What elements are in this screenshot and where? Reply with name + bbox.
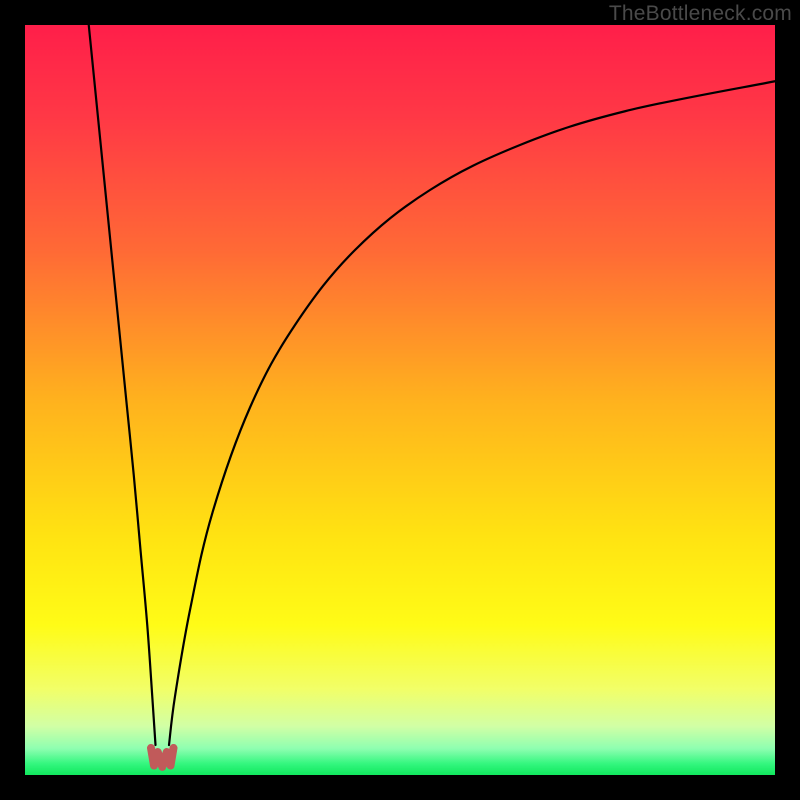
- curve-left-branch: [89, 25, 156, 745]
- chart-frame: TheBottleneck.com: [0, 0, 800, 800]
- curve-right-branch: [169, 81, 775, 745]
- watermark-text: TheBottleneck.com: [609, 2, 792, 26]
- curve-layer: [89, 25, 775, 745]
- chart-plot: [25, 25, 775, 775]
- bottleneck-notch: [151, 748, 174, 767]
- notch-layer: [151, 748, 174, 767]
